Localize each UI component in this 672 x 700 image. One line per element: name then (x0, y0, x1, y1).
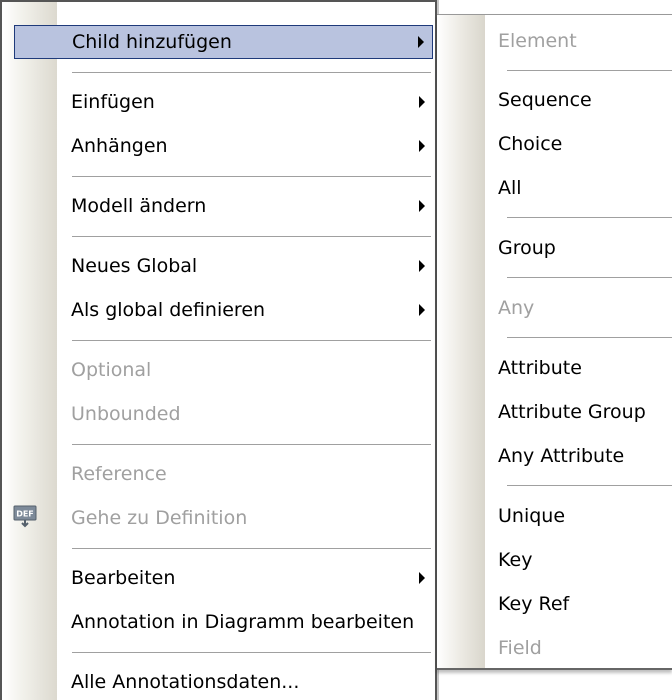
context-menu: Child hinzufügen Einfügen Anhängen Model… (0, 0, 437, 700)
menu-item-label: Optional (71, 359, 152, 381)
submenu-item-group[interactable]: Group (437, 233, 670, 263)
menu-item-label: Einfügen (71, 91, 155, 113)
svg-text:DEF: DEF (16, 510, 34, 519)
menu-item-reference[interactable]: Reference (14, 459, 433, 489)
menu-item-label: Reference (71, 463, 167, 485)
menu-item-alle-annotationsdaten[interactable]: Alle Annotationsdaten... (14, 667, 433, 697)
submenu-item-choice[interactable]: Choice (437, 129, 670, 159)
menu-item-label: Sequence (498, 89, 592, 111)
menu-item-label: Anhängen (71, 135, 168, 157)
menu-item-label: Attribute (498, 357, 582, 379)
submenu-arrow-icon (419, 260, 425, 272)
submenu-arrow-icon (419, 572, 425, 584)
submenu-item-field[interactable]: Field (437, 633, 670, 663)
submenu-arrow-icon (419, 200, 425, 212)
menu-separator (507, 337, 672, 339)
submenu-item-attribute[interactable]: Attribute (437, 353, 670, 383)
menu-item-label: All (498, 177, 522, 199)
child-hinzufuegen-submenu: Element Sequence Choice All Group Any At… (437, 14, 672, 670)
menu-separator (507, 485, 672, 487)
submenu-arrow-icon (419, 304, 425, 316)
menu-item-modell-aendern[interactable]: Modell ändern (14, 191, 433, 221)
menu-item-gehe-zu-definition[interactable]: Gehe zu Definition (14, 503, 433, 533)
menu-item-label: Unique (498, 505, 566, 527)
menu-item-label: Any Attribute (498, 445, 625, 467)
menu-item-label: Alle Annotationsdaten... (71, 671, 300, 693)
menu-separator (507, 277, 672, 279)
menu-separator (72, 236, 431, 238)
menu-item-einfuegen[interactable]: Einfügen (14, 87, 433, 117)
menu-item-label: Neues Global (71, 255, 198, 277)
menu-item-label: Modell ändern (71, 195, 207, 217)
menu-item-annotation-in-diagramm-bearbeiten[interactable]: Annotation in Diagramm bearbeiten (14, 607, 433, 637)
menu-separator (507, 217, 672, 219)
menu-item-unbounded[interactable]: Unbounded (14, 399, 433, 429)
menu-item-label: Annotation in Diagramm bearbeiten (71, 611, 415, 633)
menu-item-anhaengen[interactable]: Anhängen (14, 131, 433, 161)
menu-item-child-hinzufuegen[interactable]: Child hinzufügen (14, 25, 433, 59)
menu-item-label: Bearbeiten (71, 567, 176, 589)
menu-item-neues-global[interactable]: Neues Global (14, 251, 433, 281)
def-icon: DEF (13, 505, 37, 528)
menu-separator (72, 652, 431, 654)
menu-item-label: Key (498, 549, 533, 571)
menu-separator (72, 176, 431, 178)
menu-item-label: Unbounded (71, 403, 181, 425)
submenu-arrow-icon (419, 96, 425, 108)
menu-item-label: Key Ref (498, 593, 570, 615)
menu-separator (72, 72, 431, 74)
menu-separator (72, 548, 431, 550)
menu-item-label: Field (498, 637, 542, 659)
menu-item-label: Child hinzufügen (72, 31, 232, 53)
menu-item-label: Group (498, 237, 556, 259)
submenu-item-any-attribute[interactable]: Any Attribute (437, 441, 670, 471)
submenu-item-element[interactable]: Element (437, 26, 670, 56)
submenu-item-unique[interactable]: Unique (437, 501, 670, 531)
menu-item-label: Als global definieren (71, 299, 266, 321)
menu-item-label: Element (498, 30, 577, 52)
menu-separator (72, 340, 431, 342)
submenu-arrow-icon (419, 140, 425, 152)
menu-separator (507, 70, 672, 72)
submenu-item-sequence[interactable]: Sequence (437, 85, 670, 115)
submenu-item-any[interactable]: Any (437, 293, 670, 323)
menu-item-label: Gehe zu Definition (71, 507, 248, 529)
menu-separator (72, 444, 431, 446)
menu-item-optional[interactable]: Optional (14, 355, 433, 385)
menu-item-label: Choice (498, 133, 563, 155)
menu-item-bearbeiten[interactable]: Bearbeiten (14, 563, 433, 593)
submenu-item-attribute-group[interactable]: Attribute Group (437, 397, 670, 427)
menu-item-als-global-definieren[interactable]: Als global definieren (14, 295, 433, 325)
submenu-item-key[interactable]: Key (437, 545, 670, 575)
submenu-item-all[interactable]: All (437, 173, 670, 203)
menu-item-label: Any (498, 297, 535, 319)
menu-item-label: Attribute Group (498, 401, 646, 423)
submenu-item-key-ref[interactable]: Key Ref (437, 589, 670, 619)
submenu-arrow-icon (418, 36, 424, 48)
